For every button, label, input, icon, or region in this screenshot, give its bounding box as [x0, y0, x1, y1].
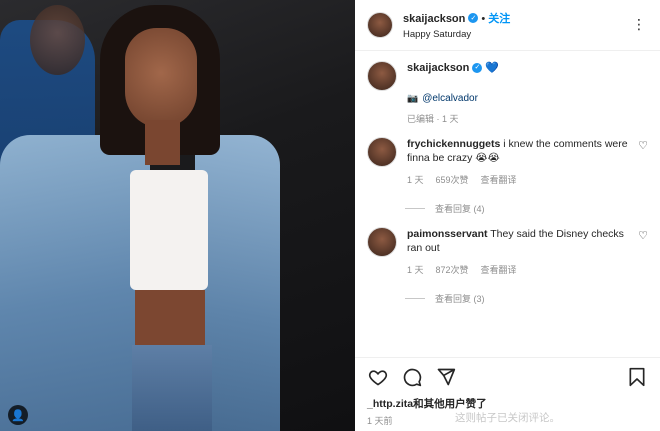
separator-dot: • [481, 13, 486, 26]
view-replies-label[interactable]: 查看回复 (4) [435, 202, 485, 215]
replies-divider [405, 298, 425, 299]
background-person-head [30, 5, 85, 75]
comment-time: 1 天 [407, 175, 424, 185]
comment-likes[interactable]: 659次赞 [436, 173, 469, 186]
comment-body: frychickennuggets i knew the comments we… [407, 137, 648, 186]
action-icons [367, 364, 648, 390]
translate-link[interactable]: 查看翻译 [481, 173, 517, 186]
post-sidebar: skaijackson ✓ • 关注 Happy Saturday ⋮ skaijac… [355, 0, 660, 431]
comments-disabled-notice: 这则帖子已关闭评论。 [455, 411, 560, 424]
view-replies-label[interactable]: 查看回复 (3) [435, 292, 485, 305]
comment-username[interactable]: frychickennuggets [407, 138, 500, 150]
view-replies-button[interactable]: 查看回复 (4) [405, 202, 648, 215]
like-heart-icon[interactable] [367, 366, 389, 388]
comment-like-heart-icon[interactable]: ♡ [638, 139, 648, 152]
denim-jacket-left [0, 135, 150, 431]
post-header: skaijackson ✓ • 关注 Happy Saturday ⋮ [355, 0, 660, 51]
comment-username[interactable]: paimonsservant [407, 228, 488, 240]
caption-body: skaijackson ✓ 💙 📷 @elcalvador 已编辑 · 1 天 [407, 61, 648, 125]
caption-meta: 已编辑 · 1 天 [407, 114, 459, 124]
header-username[interactable]: skaijackson [403, 13, 465, 25]
comment-item: paimonsservant They said the Disney chec… [367, 227, 648, 276]
camera-emoji-icon: 📷 [407, 93, 419, 103]
follow-button[interactable]: 关注 [488, 13, 510, 25]
avatar[interactable] [367, 12, 393, 38]
white-top [130, 170, 208, 290]
post-container: 👤 skaijackson ✓ • 关注 Happy Saturday ⋮ skaij… [0, 0, 660, 431]
blue-heart-icon: 💙 [485, 62, 500, 74]
post-photo[interactable]: 👤 [0, 0, 355, 431]
comments-panel[interactable]: skaijackson ✓ 💙 📷 @elcalvador 已编辑 · 1 天 fry… [355, 51, 660, 357]
verified-icon: ✓ [472, 63, 483, 74]
comment-avatar[interactable] [367, 137, 397, 167]
translate-link[interactable]: 查看翻译 [481, 263, 517, 276]
comment-body: paimonsservant They said the Disney chec… [407, 227, 648, 276]
more-options-icon[interactable]: ⋮ [632, 16, 646, 33]
comment-avatar[interactable] [367, 227, 397, 257]
verified-icon: ✓ [468, 13, 479, 24]
neck [145, 120, 180, 165]
midriff [135, 290, 205, 350]
comment-bubble-icon[interactable] [401, 366, 423, 388]
location-label[interactable]: Happy Saturday [403, 29, 510, 41]
view-replies-button[interactable]: 查看回复 (3) [405, 292, 648, 305]
share-send-icon[interactable] [435, 366, 457, 388]
comment-likes[interactable]: 872次赞 [436, 263, 469, 276]
header-text: skaijackson ✓ • 关注 Happy Saturday [403, 8, 510, 41]
tagged-user-icon[interactable]: 👤 [8, 405, 28, 425]
face [125, 28, 197, 128]
replies-divider [405, 208, 425, 209]
comment-time: 1 天 [407, 265, 424, 275]
jeans [132, 345, 212, 431]
comment-like-heart-icon[interactable]: ♡ [638, 229, 648, 242]
caption-username[interactable]: skaijackson [407, 62, 469, 74]
caption: skaijackson ✓ 💙 📷 @elcalvador 已编辑 · 1 天 [367, 61, 648, 125]
mention-link[interactable]: @elcalvador [422, 93, 478, 104]
bookmark-icon[interactable] [626, 366, 648, 388]
caption-avatar[interactable] [367, 61, 397, 91]
comment-item: frychickennuggets i knew the comments we… [367, 137, 648, 186]
